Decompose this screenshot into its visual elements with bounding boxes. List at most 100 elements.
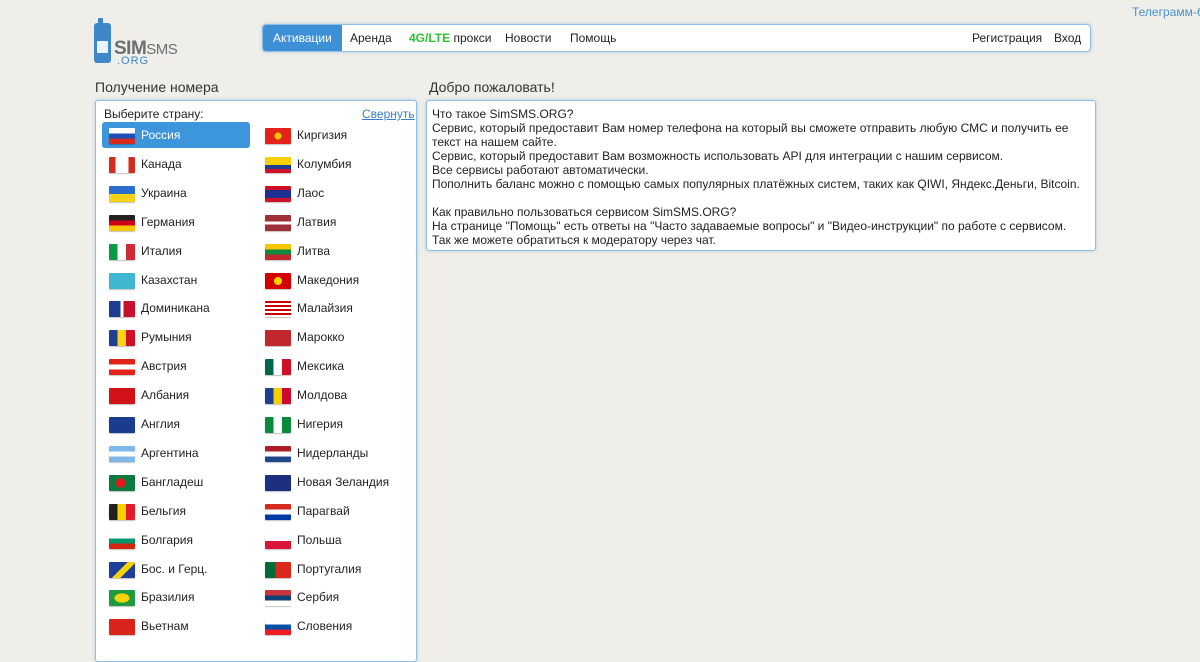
nav-proxy[interactable]: 4G/LTE прокси (409, 25, 491, 51)
country-name: Парагвай (297, 503, 350, 518)
country-name: Бангладеш (141, 474, 204, 489)
country-name: Бельгия (141, 503, 186, 518)
nav-register[interactable]: Регистрация (972, 25, 1042, 51)
country-item[interactable]: Германия (102, 209, 250, 235)
country-name: Марокко (297, 330, 345, 345)
main-nav: Активации Аренда 4G/LTE прокси Новости П… (262, 24, 1091, 52)
logo-org: .ORG (117, 55, 150, 67)
telegram-bot-link[interactable]: Телеграмм-бот (1132, 5, 1200, 19)
country-item[interactable]: Лаос (258, 180, 406, 206)
country-item[interactable]: Аргентина (102, 440, 250, 466)
country-name: Россия (141, 128, 181, 142)
choose-country-label: Выберите страну: (104, 107, 204, 121)
flag-icon (265, 330, 291, 347)
flag-icon (265, 185, 291, 202)
country-item[interactable]: Нигерия (258, 411, 406, 437)
flag-icon (109, 561, 135, 578)
country-item[interactable]: Малайзия (258, 295, 406, 321)
country-item[interactable]: Бразилия (102, 584, 250, 610)
country-item[interactable]: Литва (258, 238, 406, 264)
flag-icon (265, 474, 291, 491)
country-item[interactable]: Португалия (258, 556, 406, 582)
flag-icon (109, 503, 135, 520)
flag-icon (109, 185, 135, 202)
flag-icon (265, 561, 291, 578)
country-name: Болгария (141, 532, 193, 547)
country-name: Лаос (297, 185, 325, 200)
faq-question-2: Как правильно пользоваться сервисом SimS… (432, 205, 737, 219)
country-item[interactable]: Россия (102, 122, 250, 148)
nav-news[interactable]: Новости (505, 25, 551, 51)
country-item[interactable]: Новая Зеландия (258, 469, 406, 495)
welcome-panel: Что такое SimSMS.ORG? Сервис, который пр… (426, 100, 1096, 251)
nav-help[interactable]: Помощь (570, 25, 616, 51)
country-item[interactable]: Албания (102, 382, 250, 408)
country-item[interactable]: Латвия (258, 209, 406, 235)
country-item[interactable]: Марокко (258, 324, 406, 350)
country-name: Доминикана (141, 301, 210, 316)
flag-icon (265, 417, 291, 433)
country-name: Латвия (297, 214, 337, 229)
country-name: Италия (141, 243, 182, 258)
flag-icon (109, 445, 135, 462)
flag-icon (109, 301, 135, 318)
country-item[interactable]: Казахстан (102, 267, 250, 293)
nav-rent[interactable]: Аренда (350, 25, 392, 51)
country-name: Канада (141, 156, 182, 171)
faq-answer-line: На странице "Помощь" есть ответы на "Час… (432, 219, 1067, 233)
country-item[interactable]: Македония (258, 267, 406, 293)
country-item[interactable]: Польша (258, 527, 406, 553)
country-item[interactable]: Колумбия (258, 151, 406, 177)
left-section-title: Получение номера (95, 79, 219, 95)
flag-icon (109, 214, 135, 231)
country-name: Колумбия (297, 156, 352, 171)
flag-icon (109, 388, 135, 405)
country-name: Вьетнам (141, 619, 189, 634)
country-item[interactable]: Румыния (102, 324, 250, 350)
country-item[interactable]: Киргизия (258, 122, 406, 148)
flag-icon (109, 474, 135, 491)
country-item[interactable]: Нидерланды (258, 440, 406, 466)
flag-icon (265, 156, 291, 173)
flag-icon (265, 388, 291, 405)
flag-icon (265, 301, 291, 318)
country-name: Нигерия (297, 417, 344, 431)
country-name: Киргизия (297, 128, 348, 142)
nav-login[interactable]: Вход (1054, 25, 1081, 51)
country-item[interactable]: Бос. и Герц. (102, 556, 250, 582)
flag-icon (109, 243, 135, 260)
flag-icon (109, 330, 135, 347)
country-item[interactable]: Доминикана (102, 295, 250, 321)
flag-icon (109, 532, 135, 549)
flag-icon (109, 156, 135, 173)
welcome-text: Что такое SimSMS.ORG? Сервис, который пр… (432, 107, 1092, 247)
country-item[interactable]: Болгария (102, 527, 250, 553)
country-item[interactable]: Вьетнам (102, 613, 250, 639)
flag-icon (265, 503, 291, 520)
flag-icon (265, 272, 291, 289)
country-item[interactable]: Словения (258, 613, 406, 639)
sim-phone-icon (94, 18, 111, 63)
faq-question-1: Что такое SimSMS.ORG? (432, 107, 574, 121)
flag-icon (265, 214, 291, 231)
country-name: Англия (141, 417, 180, 431)
faq-answer-line: Так же можете обратиться к модератору че… (432, 233, 716, 247)
country-item[interactable]: Канада (102, 151, 250, 177)
country-item[interactable]: Молдова (258, 382, 406, 408)
country-item[interactable]: Бельгия (102, 498, 250, 524)
country-item[interactable]: Италия (102, 238, 250, 264)
site-logo[interactable]: SIMSMS .ORG (94, 18, 194, 69)
country-name: Аргентина (141, 445, 199, 460)
country-item[interactable]: Украина (102, 180, 250, 206)
nav-activations[interactable]: Активации (263, 25, 342, 51)
collapse-link[interactable]: Свернуть (362, 107, 415, 121)
country-name: Литва (297, 243, 330, 258)
country-item[interactable]: Бангладеш (102, 469, 250, 495)
country-item[interactable]: Австрия (102, 353, 250, 379)
country-item[interactable]: Мексика (258, 353, 406, 379)
country-item[interactable]: Англия (102, 411, 250, 437)
flag-icon (265, 619, 291, 636)
country-name: Македония (297, 272, 360, 287)
country-item[interactable]: Сербия (258, 584, 406, 610)
country-item[interactable]: Парагвай (258, 498, 406, 524)
